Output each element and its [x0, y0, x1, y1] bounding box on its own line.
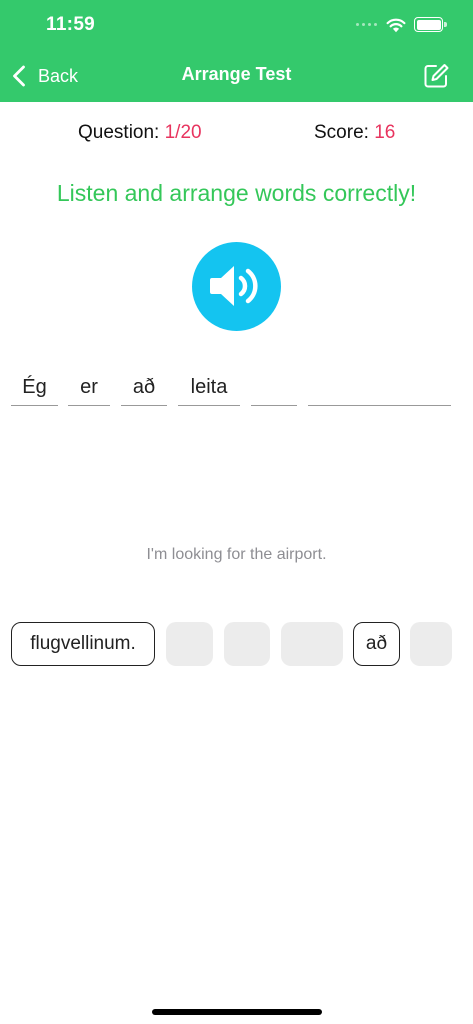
battery-tip: [444, 22, 447, 27]
score-value: 16: [374, 122, 396, 143]
word-tile-used: [224, 622, 270, 666]
answer-slot[interactable]: er: [68, 366, 110, 406]
play-audio-button[interactable]: [192, 242, 281, 331]
answer-slot[interactable]: að: [121, 366, 167, 406]
answer-slot[interactable]: Ég: [11, 366, 58, 406]
translation-text: I'm looking for the airport.: [146, 546, 327, 563]
instruction-text: Listen and arrange words correctly!: [56, 180, 417, 206]
answer-slot[interactable]: [251, 366, 297, 406]
speaker-icon: [210, 266, 258, 306]
header-bar: 11:59 Back Arrange Test: [0, 0, 473, 102]
question-counter: Question: 1/20: [78, 122, 202, 144]
word-tile[interactable]: að: [353, 622, 400, 666]
home-indicator[interactable]: [152, 1009, 322, 1015]
score-counter: Score: 16: [314, 122, 395, 144]
battery-icon: [414, 17, 443, 32]
signal-dots-icon: [356, 21, 380, 27]
question-value: 1/20: [164, 122, 202, 143]
question-label: Question:: [78, 122, 165, 143]
wifi-icon: [386, 18, 406, 33]
answer-slot[interactable]: [308, 366, 451, 406]
word-tile-used: [281, 622, 343, 666]
word-tile-used: [166, 622, 213, 666]
word-tile[interactable]: flugvellinum.: [11, 622, 155, 666]
word-tile-used: [410, 622, 452, 666]
edit-icon[interactable]: [422, 62, 450, 90]
status-time: 11:59: [46, 14, 96, 35]
page-title: Arrange Test: [181, 64, 292, 84]
score-label: Score:: [314, 122, 375, 143]
answer-slot[interactable]: leita: [178, 366, 240, 406]
